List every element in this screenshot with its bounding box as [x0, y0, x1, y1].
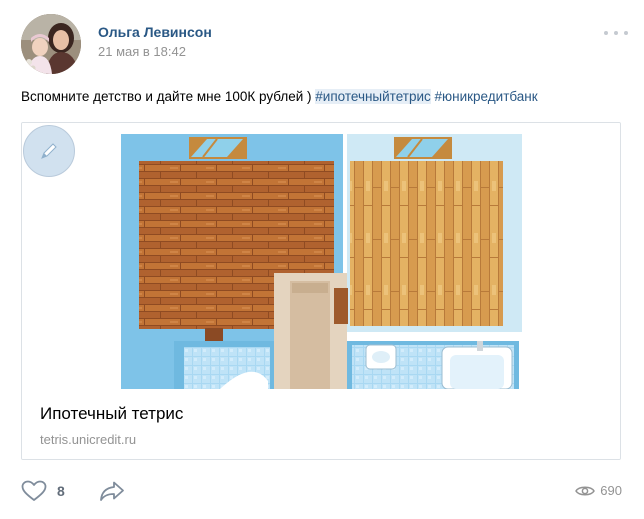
like-count: 8: [57, 483, 65, 499]
eye-icon: [575, 486, 596, 495]
heart-icon: [21, 480, 47, 501]
post-text-body: Вспомните детство и дайте мне 100К рубле…: [21, 89, 316, 104]
hashtag-link[interactable]: #ипотечныйтетрис: [315, 89, 431, 104]
wall-post: Ольга Левинсон 21 мая в 18:42 Вспомните …: [0, 0, 644, 519]
snippet-info[interactable]: Ипотечный тетрис tetris.unicredit.ru: [22, 389, 620, 459]
like-button[interactable]: 8: [21, 480, 65, 502]
post-text: Вспомните детство и дайте мне 100К рубле…: [21, 88, 538, 106]
share-button[interactable]: [99, 480, 125, 502]
more-dot: [614, 31, 618, 35]
share-arrow-icon: [100, 481, 124, 501]
author-avatar[interactable]: [21, 14, 81, 74]
link-snippet[interactable]: Ипотечный тетрис tetris.unicredit.ru: [21, 122, 621, 460]
views-count: 690: [600, 483, 622, 498]
snippet-title[interactable]: Ипотечный тетрис: [40, 403, 183, 425]
pen-icon: [23, 125, 75, 177]
post-date[interactable]: 21 мая в 18:42: [98, 44, 186, 60]
author-name[interactable]: Ольга Левинсон: [98, 24, 212, 41]
hashtag-link[interactable]: #юникредитбанк: [435, 89, 538, 104]
more-actions-button[interactable]: [604, 26, 628, 40]
more-dots-icon: [604, 31, 608, 35]
views-counter: 690: [575, 483, 622, 498]
snippet-domain: tetris.unicredit.ru: [40, 432, 137, 447]
snippet-image[interactable]: [22, 123, 620, 389]
more-dot: [624, 31, 628, 35]
